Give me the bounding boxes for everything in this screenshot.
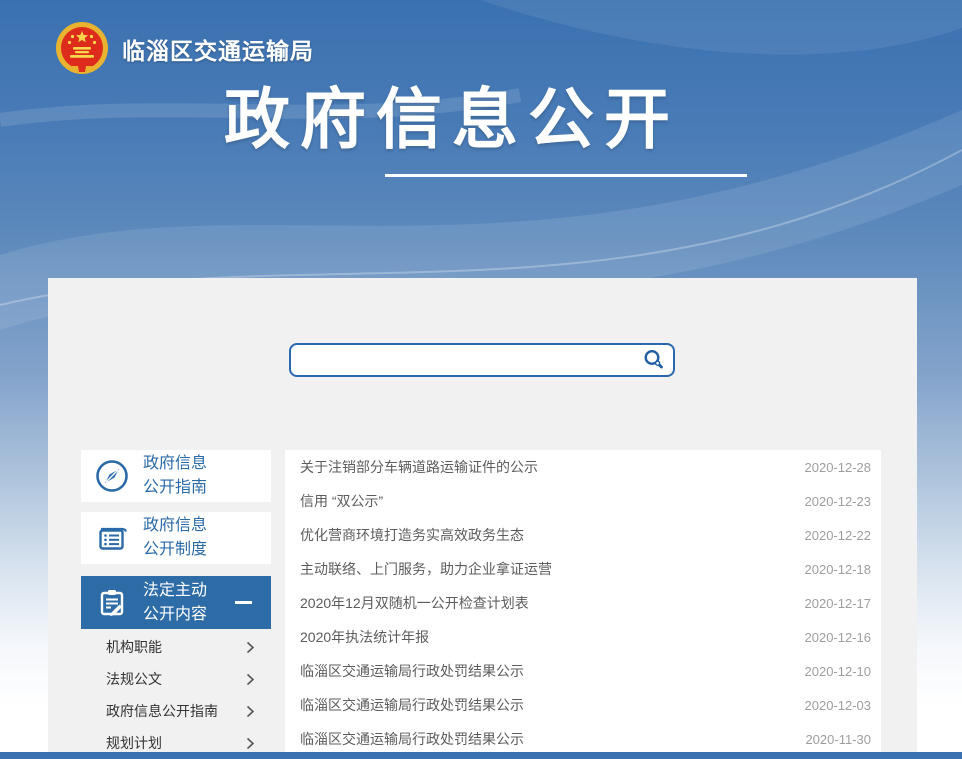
article-date: 2020-11-30: [805, 732, 871, 747]
subitem-label: 法规公文: [106, 669, 246, 689]
chevron-right-icon: [246, 673, 255, 686]
article-date: 2020-12-16: [805, 630, 872, 645]
label-line-2: 公开制度: [143, 538, 207, 562]
list-item[interactable]: 2020年12月双随机一公开检查计划表 2020-12-17: [285, 586, 881, 620]
content-panel: 政府信息 公开指南 政府信息 公开制度: [48, 278, 917, 752]
sidebar-submenu: 机构职能 法规公文 政府信息公开指南 规划计划: [81, 629, 271, 759]
article-date: 2020-12-28: [805, 460, 872, 475]
article-date: 2020-12-10: [805, 664, 872, 679]
minus-icon[interactable]: [235, 601, 252, 604]
list-item[interactable]: 关于注销部分车辆道路运输证件的公示 2020-12-28: [285, 450, 881, 484]
label-line-2: 公开内容: [143, 603, 207, 627]
chevron-right-icon: [246, 705, 255, 718]
article-date: 2020-12-22: [805, 528, 872, 543]
site-name: 临淄区交通运输局: [122, 32, 314, 66]
ledger-icon: [94, 520, 130, 556]
subitem-label: 机构职能: [106, 637, 246, 657]
search-button[interactable]: [642, 348, 673, 372]
sidebar: 政府信息 公开指南 政府信息 公开制度: [81, 450, 271, 759]
search-bar: [289, 343, 675, 377]
article-title[interactable]: 临淄区交通运输局行政处罚结果公示: [300, 729, 793, 749]
label-line-1: 政府信息: [143, 514, 207, 538]
site-brand: 临淄区交通运输局: [54, 20, 314, 78]
sidebar-item-gov-info-system[interactable]: 政府信息 公开制度: [81, 512, 271, 564]
clipboard-pencil-icon: [94, 585, 130, 621]
list-item[interactable]: 优化营商环境打造务实高效政务生态 2020-12-22: [285, 518, 881, 552]
article-title[interactable]: 关于注销部分车辆道路运输证件的公示: [300, 457, 793, 477]
sidebar-subitem-disclosure-guide[interactable]: 政府信息公开指南: [81, 695, 271, 727]
label-line-1: 政府信息: [143, 452, 207, 476]
compass-icon: [94, 458, 130, 494]
sidebar-item-statutory-disclosure[interactable]: 法定主动 公开内容: [81, 576, 271, 629]
list-item[interactable]: 主动联络、上门服务，助力企业拿证运营 2020-12-18: [285, 552, 881, 586]
article-list: 关于注销部分车辆道路运输证件的公示 2020-12-28 信用 “双公示” 20…: [285, 450, 881, 752]
sidebar-subitem-regulations[interactable]: 法规公文: [81, 663, 271, 695]
article-title[interactable]: 临淄区交通运输局行政处罚结果公示: [300, 695, 793, 715]
article-title[interactable]: 2020年执法统计年报: [300, 627, 793, 647]
article-date: 2020-12-17: [805, 596, 872, 611]
article-title[interactable]: 主动联络、上门服务，助力企业拿证运营: [300, 559, 793, 579]
label-line-2: 公开指南: [143, 476, 207, 500]
list-item[interactable]: 临淄区交通运输局行政处罚结果公示 2020-11-30: [285, 722, 881, 752]
search-icon: [642, 348, 666, 372]
chevron-right-icon: [246, 737, 255, 750]
sidebar-item-label: 政府信息 公开指南: [143, 452, 207, 500]
label-line-1: 法定主动: [143, 579, 207, 603]
sidebar-subitem-plans[interactable]: 规划计划: [81, 727, 271, 759]
sidebar-subitem-agency-functions[interactable]: 机构职能: [81, 631, 271, 663]
sidebar-item-label: 政府信息 公开制度: [143, 514, 207, 562]
article-date: 2020-12-18: [805, 562, 872, 577]
list-item[interactable]: 信用 “双公示” 2020-12-23: [285, 484, 881, 518]
china-national-emblem-icon: [54, 21, 110, 77]
article-title[interactable]: 2020年12月双随机一公开检查计划表: [300, 593, 793, 613]
chevron-right-icon: [246, 641, 255, 654]
title-underline: [385, 174, 747, 177]
subitem-label: 政府信息公开指南: [106, 701, 246, 721]
search-input[interactable]: [291, 345, 642, 375]
sidebar-item-gov-info-guide[interactable]: 政府信息 公开指南: [81, 450, 271, 502]
article-title[interactable]: 临淄区交通运输局行政处罚结果公示: [300, 661, 793, 681]
subitem-label: 规划计划: [106, 733, 246, 753]
article-title[interactable]: 信用 “双公示”: [300, 491, 793, 511]
sidebar-item-label: 法定主动 公开内容: [143, 579, 207, 627]
article-title[interactable]: 优化营商环境打造务实高效政务生态: [300, 525, 793, 545]
article-date: 2020-12-23: [805, 494, 872, 509]
list-item[interactable]: 2020年执法统计年报 2020-12-16: [285, 620, 881, 654]
page-title: 政府信息公开: [224, 86, 680, 152]
article-date: 2020-12-03: [805, 698, 872, 713]
list-item[interactable]: 临淄区交通运输局行政处罚结果公示 2020-12-10: [285, 654, 881, 688]
list-item[interactable]: 临淄区交通运输局行政处罚结果公示 2020-12-03: [285, 688, 881, 722]
